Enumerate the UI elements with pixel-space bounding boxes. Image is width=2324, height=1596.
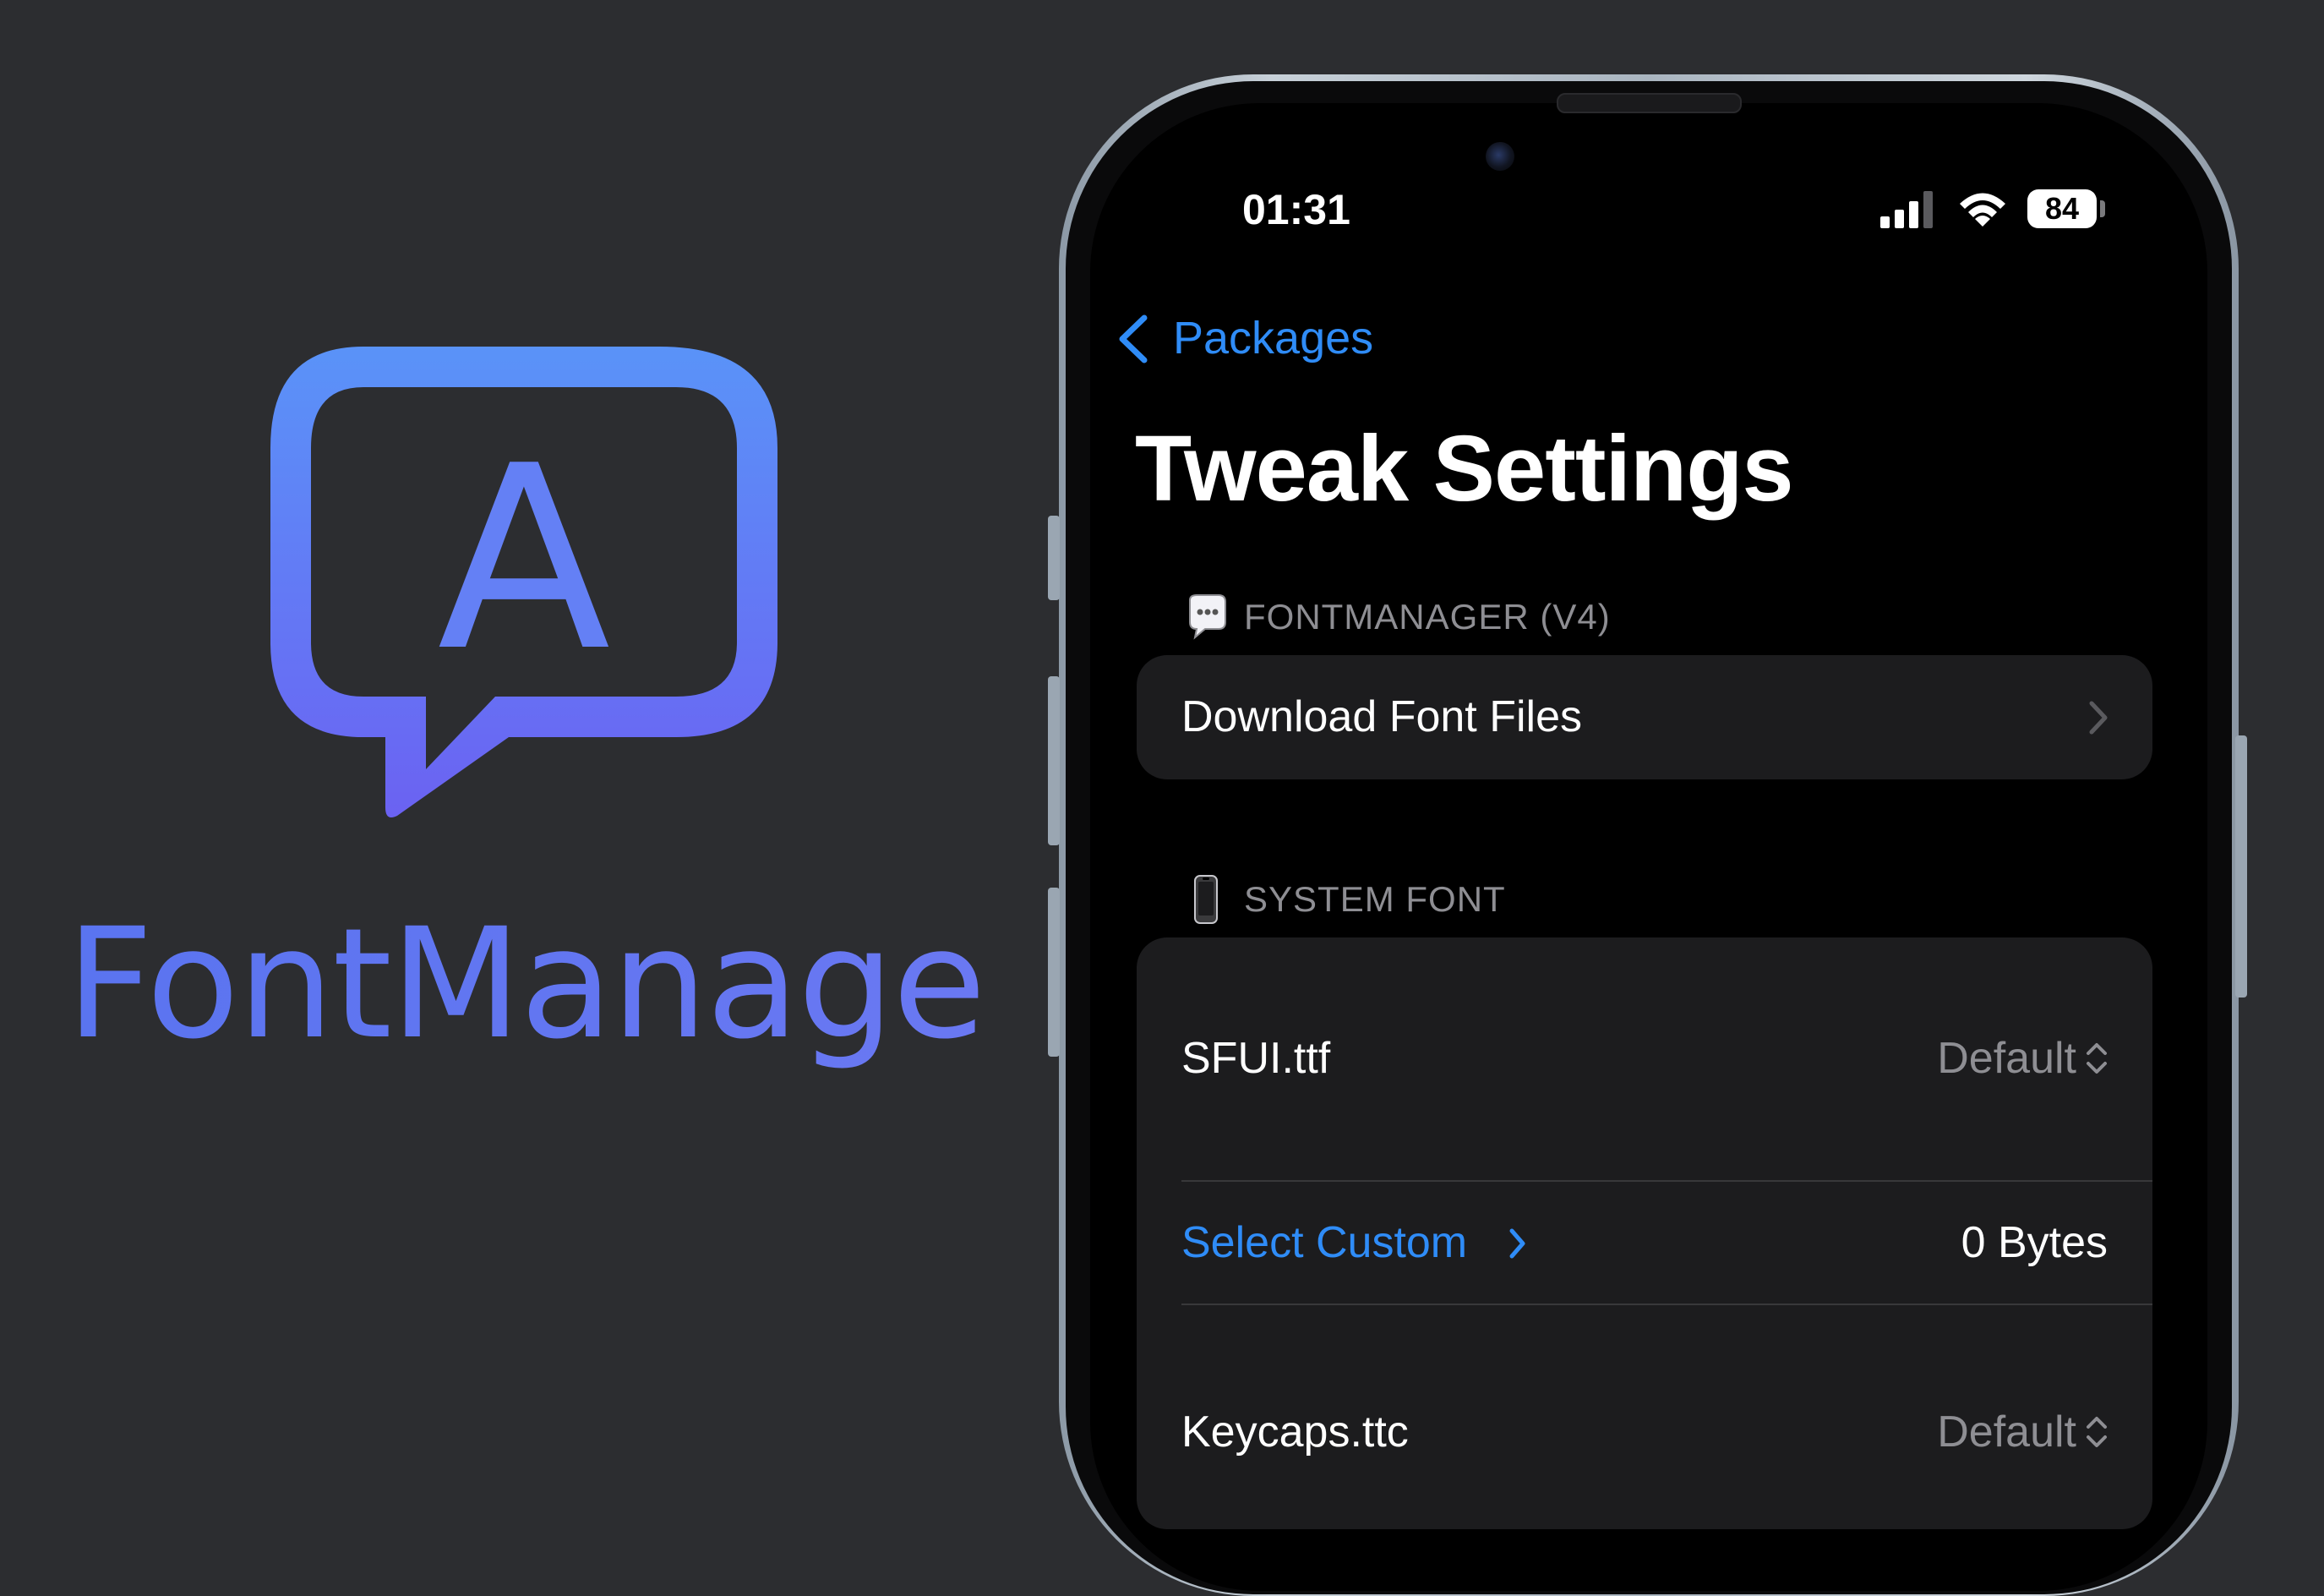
chevron-up-down-icon [2087,1043,2107,1074]
system-font-card: SFUI.ttf Default Select Custom 0 Bytes K… [1137,937,2152,1529]
select-custom-label: Select Custom [1181,1218,1468,1267]
section-header-system-font: SYSTEM FONT [1185,874,1945,925]
back-button[interactable]: Packages [1114,304,1401,372]
keycaps-font-label: Keycaps.ttc [1181,1407,1409,1457]
fontmanager-card: Download Font Files [1137,655,2152,779]
chevron-up-down-icon [2087,1417,2107,1447]
earpiece-speaker [1557,93,1742,113]
wifi-icon [1960,193,2005,227]
chevron-left-icon [1119,314,1148,363]
custom-font-size: 0 Bytes [1961,1218,2108,1267]
chevron-right-icon [1509,1228,1525,1259]
sfui-font-row[interactable]: SFUI.ttf Default [1137,937,2152,1180]
download-font-files-label: Download Font Files [1181,692,1582,741]
chevron-right-icon [2089,701,2108,735]
keycaps-font-value: Default [1937,1407,2076,1457]
silent-switch [1048,516,1060,600]
mobile-phone-icon [1194,875,1218,924]
volume-down-button [1048,888,1060,1057]
battery-tip [2100,200,2105,217]
page-title: Tweak Settings [1135,417,1794,521]
front-camera [1486,142,1514,171]
back-button-label: Packages [1173,313,1374,363]
select-custom-row[interactable]: Select Custom 0 Bytes [1137,1182,2152,1304]
power-button [2235,735,2247,998]
app-name: FontManager [66,896,1047,1073]
fontmanager-logo-icon: A [270,347,777,818]
status-time: 01:31 [1242,186,1350,233]
sfui-font-value: Default [1937,1034,2076,1083]
volume-up-button [1048,676,1060,845]
status-icons: 84 [1880,184,2117,235]
download-font-files-row[interactable]: Download Font Files [1137,655,2152,779]
section-header-label: SYSTEM FONT [1244,879,1506,919]
logo-letter: A [437,412,611,707]
keycaps-font-row[interactable]: Keycaps.ttc Default [1137,1305,2152,1529]
speech-balloon-icon [1189,594,1226,640]
battery-icon: 84 [2027,189,2097,228]
cellular-signal-icon [1880,191,1933,228]
sfui-font-label: SFUI.ttf [1181,1034,1331,1083]
section-header-fontmanager: FONTMANAGER (V4) [1185,592,1945,642]
section-header-label: FONTMANAGER (V4) [1244,597,1611,637]
